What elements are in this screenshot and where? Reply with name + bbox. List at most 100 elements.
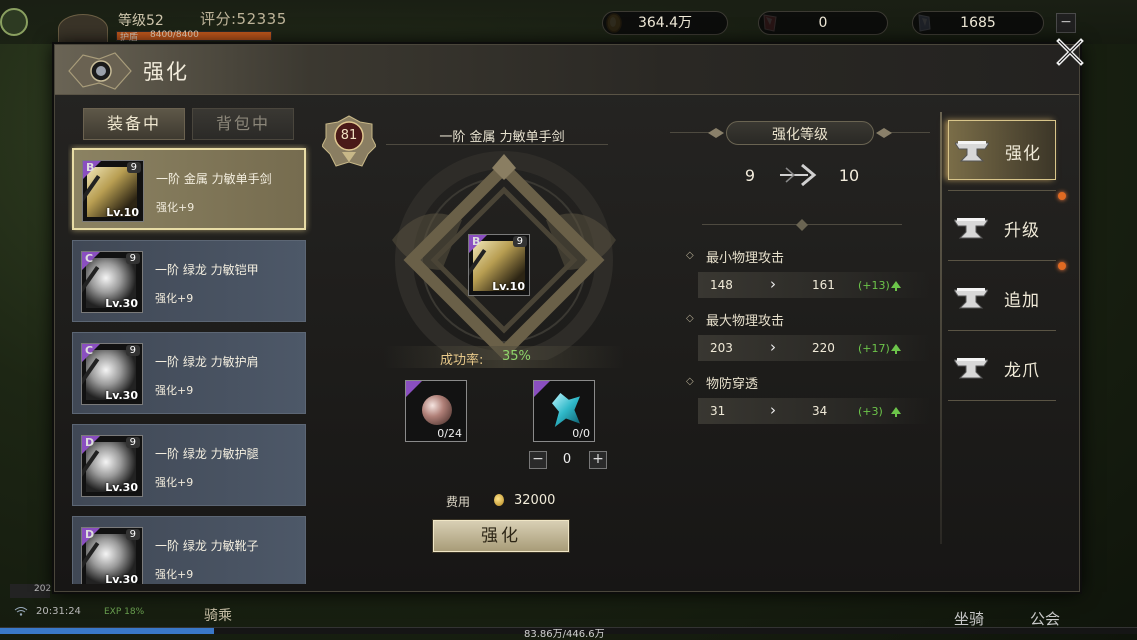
side-tab-divider xyxy=(948,260,1056,261)
equipment-list-item[interactable]: D 9 Lv.30 一阶 绿龙 力敏靴子 强化+9 xyxy=(72,516,306,584)
side-tab-label: 升级 xyxy=(1004,221,1040,241)
guild-button[interactable]: 公会 xyxy=(1030,608,1060,629)
anvil-icon xyxy=(954,288,988,309)
crystal-shard-icon xyxy=(552,393,580,427)
close-icon[interactable] xyxy=(1054,36,1086,68)
item-grade: D xyxy=(85,528,95,541)
item-enhance-level: 强化+9 xyxy=(155,384,194,397)
item-plus: 9 xyxy=(126,162,141,173)
side-tab-divider xyxy=(948,190,1056,191)
item-grade: C xyxy=(85,344,94,357)
item-level: Lv.30 xyxy=(105,297,138,310)
player-level-badge: 81 xyxy=(340,128,358,143)
anvil-icon xyxy=(954,358,988,379)
side-tab-label: 追加 xyxy=(1004,291,1040,311)
level-title-line-right xyxy=(890,132,930,133)
level-title-line-left xyxy=(670,132,710,133)
arrow-right-icon xyxy=(780,163,817,187)
enhance-stone-slot[interactable]: 0/24 xyxy=(405,380,467,442)
side-tab-divider xyxy=(948,400,1056,401)
enhance-stone-icon xyxy=(422,395,452,425)
notification-dot-icon xyxy=(1058,192,1066,200)
item-plus: 9 xyxy=(512,236,527,247)
equipment-list-item[interactable]: C 9 Lv.30 一阶 绿龙 力敏铠甲 强化+9 xyxy=(72,240,306,322)
exp-label: EXP 18% xyxy=(104,607,145,617)
equipment-list-item[interactable]: C 9 Lv.30 一阶 绿龙 力敏护肩 强化+9 xyxy=(72,332,306,414)
gem-amount: 0 xyxy=(758,11,888,35)
date-label: 202 xyxy=(10,584,51,598)
player-portrait[interactable] xyxy=(58,14,108,44)
tab-bag[interactable]: 背包中 xyxy=(192,108,294,140)
crystal-amount: 1685 xyxy=(912,11,1044,35)
item-enhance-level: 强化+9 xyxy=(155,568,194,581)
quantity-plus-button[interactable]: + xyxy=(589,451,607,469)
protect-crystal-slot[interactable]: 0/0 xyxy=(533,380,595,442)
side-tabs-separator xyxy=(940,112,942,544)
side-tab-label: 龙爪 xyxy=(1004,361,1040,381)
stat-up-arrow-icon xyxy=(891,344,901,354)
ornament-icon xyxy=(876,128,892,138)
stat-bullet-icon: ◇ xyxy=(686,250,694,261)
cost-value: 32000 xyxy=(514,493,556,508)
side-tab[interactable]: 龙爪 xyxy=(948,338,1056,398)
stat-bullet-icon: ◇ xyxy=(686,313,694,324)
stat-up-arrow-icon xyxy=(891,281,901,291)
player-score: 评分:52335 xyxy=(200,10,287,28)
side-tab-label: 强化 xyxy=(1005,144,1041,164)
item-grade: B xyxy=(86,161,95,174)
item-plus: 9 xyxy=(125,529,140,540)
stat-new-value: 161 xyxy=(812,278,835,292)
item-name: 一阶 绿龙 力敏护腿 xyxy=(155,447,259,461)
anvil-icon xyxy=(954,218,988,239)
exp-text: 83.86万/446.6万 xyxy=(524,629,605,640)
quantity-minus-button[interactable]: − xyxy=(529,451,547,469)
item-grade: D xyxy=(85,436,95,449)
clock-time: 20:31:24 xyxy=(36,606,81,617)
item-grade: B xyxy=(472,235,481,248)
item-name: 一阶 绿龙 力敏护肩 xyxy=(155,355,259,369)
shield-text: 8400/8400 xyxy=(150,30,199,40)
notification-dot-icon xyxy=(1058,262,1066,270)
minimap-icon[interactable] xyxy=(0,8,28,36)
item-icon: C 9 Lv.30 xyxy=(81,343,143,405)
stat-arrow-icon: › xyxy=(770,401,776,419)
item-enhance-level: 强化+9 xyxy=(155,476,194,489)
quantity-value: 0 xyxy=(562,452,572,467)
ornament-icon xyxy=(708,128,724,138)
item-enhance-level: 强化+9 xyxy=(155,292,194,305)
item-level: Lv.10 xyxy=(492,280,525,293)
side-tab[interactable]: 追加 xyxy=(948,268,1056,328)
selected-item-icon[interactable]: B 9 Lv.10 xyxy=(468,234,530,296)
diamond-icon xyxy=(796,219,808,231)
stat-old-value: 31 xyxy=(710,404,726,418)
mount-button[interactable]: 坐骑 xyxy=(954,608,984,629)
ride-button[interactable]: 骑乘 xyxy=(204,605,232,625)
panel-title: 强化 xyxy=(143,60,189,84)
item-name: 一阶 金属 力敏单手剑 xyxy=(156,172,272,186)
side-tab-divider xyxy=(948,330,1056,331)
enhance-button[interactable]: 强化 xyxy=(433,520,569,552)
side-tab[interactable]: 强化 xyxy=(948,120,1056,180)
item-name: 一阶 绿龙 力敏铠甲 xyxy=(155,263,259,277)
stat-label: 最小物理攻击 xyxy=(706,251,785,266)
equipment-list-item[interactable]: D 9 Lv.30 一阶 绿龙 力敏护腿 强化+9 xyxy=(72,424,306,506)
cost-label: 费用 xyxy=(446,495,471,509)
item-icon: B 9 Lv.10 xyxy=(82,160,144,222)
item-icon: C 9 Lv.30 xyxy=(81,251,143,313)
stat-arrow-icon: › xyxy=(770,338,776,356)
equipment-list[interactable]: B 9 Lv.10 一阶 金属 力敏单手剑 强化+9 C 9 Lv.30 一阶 绿龙 力敏铠甲强… xyxy=(68,144,312,584)
stat-arrow-icon: › xyxy=(770,275,776,293)
tab-equipped[interactable]: 装备中 xyxy=(83,108,185,140)
equipment-list-item[interactable]: B 9 Lv.10 一阶 金属 力敏单手剑 强化+9 xyxy=(72,148,306,230)
stat-diff-value: (+13) xyxy=(858,279,890,292)
side-tab[interactable]: 升级 xyxy=(948,198,1056,258)
enhance-level-from: 9 xyxy=(744,166,756,185)
item-level: Lv.30 xyxy=(105,389,138,402)
enhance-level-title: 强化等级 xyxy=(772,127,828,143)
minimize-button[interactable]: − xyxy=(1056,13,1076,33)
panel-header: 强化 xyxy=(55,45,1079,95)
anvil-icon xyxy=(955,141,989,162)
stat-up-arrow-icon xyxy=(891,407,901,417)
item-level: Lv.30 xyxy=(105,481,138,494)
stat-diff-value: (+17) xyxy=(858,342,890,355)
